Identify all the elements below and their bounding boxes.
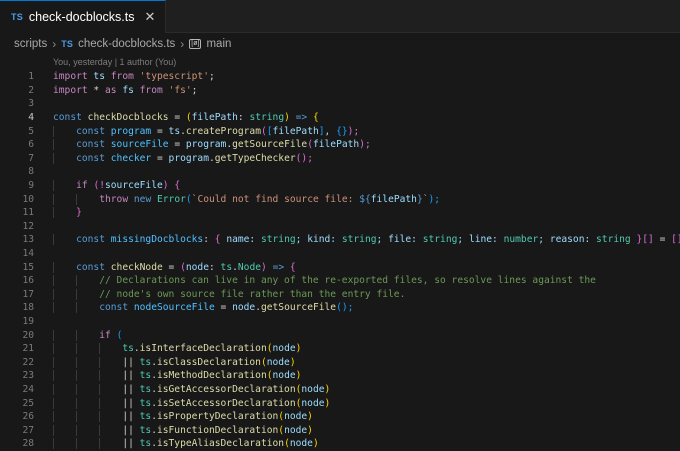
editor-tab-bar: TS check-docblocks.ts ✕ xyxy=(0,0,680,33)
code-text: // Declarations can live in any of the r… xyxy=(34,275,596,287)
code-text: || ts.isFunctionDeclaration(node) xyxy=(34,424,313,436)
line-number: 14 xyxy=(22,248,34,260)
code-text: ts.isInterfaceDeclaration(node) xyxy=(34,343,301,355)
breadcrumb: scripts › TS check-docblocks.ts › [ø] ma… xyxy=(0,33,680,55)
code-line[interactable]: 8 xyxy=(0,165,680,179)
chevron-right-icon: › xyxy=(180,37,185,51)
code-line[interactable]: 12 xyxy=(0,220,680,234)
code-text: const checkNode = (node: ts.Node) => { xyxy=(34,261,296,273)
line-number: 9 xyxy=(28,180,34,192)
code-text: // node's own source file rather than th… xyxy=(34,288,405,300)
tab-check-docblocks[interactable]: TS check-docblocks.ts ✕ xyxy=(0,0,167,33)
code-line[interactable]: 14 xyxy=(0,247,680,261)
breadcrumb-symbol[interactable]: main xyxy=(206,38,231,50)
code-line[interactable]: 28 || ts.isTypeAliasDeclaration(node) xyxy=(0,437,680,451)
code-text: if ( xyxy=(34,329,122,341)
line-number: 10 xyxy=(22,193,34,205)
code-text: const program = ts.createProgram([filePa… xyxy=(34,125,359,137)
close-icon[interactable]: ✕ xyxy=(145,9,156,25)
code-editor[interactable]: You, yesterday | 1 author (You) 1 import… xyxy=(0,55,680,451)
line-number: 25 xyxy=(22,397,34,409)
code-text: const checkDocblocks = (filePath: string… xyxy=(53,112,319,124)
code-line[interactable]: 16 // Declarations can live in any of th… xyxy=(0,274,680,288)
line-number: 5 xyxy=(28,125,34,137)
code-text: || ts.isGetAccessorDeclaration(node) xyxy=(34,383,330,395)
line-number: 15 xyxy=(22,261,34,273)
code-line[interactable]: 18 const nodeSourceFile = node.getSource… xyxy=(0,301,680,315)
code-line[interactable]: 2 import * as fs from 'fs'; xyxy=(0,84,680,98)
code-text: const checker = program.getTypeChecker()… xyxy=(34,152,313,164)
line-number: 3 xyxy=(28,98,34,110)
line-number: 11 xyxy=(22,207,34,219)
line-number: 7 xyxy=(28,152,34,164)
line-number: 24 xyxy=(22,383,34,395)
code-line[interactable]: 4 const checkDocblocks = (filePath: stri… xyxy=(0,111,680,125)
line-number: 27 xyxy=(22,424,34,436)
code-line[interactable]: 5 const program = ts.createProgram([file… xyxy=(0,124,680,138)
line-number: 21 xyxy=(22,343,34,355)
line-number: 20 xyxy=(22,329,34,341)
code-line[interactable]: 17 // node's own source file rather than… xyxy=(0,288,680,302)
line-number: 18 xyxy=(22,302,34,314)
line-number: 6 xyxy=(28,139,34,151)
code-text: import * as fs from 'fs'; xyxy=(53,84,198,96)
code-line[interactable]: 20 if ( xyxy=(0,328,680,342)
code-line[interactable]: 7 const checker = program.getTypeChecker… xyxy=(0,152,680,166)
breadcrumb-file[interactable]: check-docblocks.ts xyxy=(78,38,175,50)
code-text: const missingDocblocks: { name: string; … xyxy=(34,234,680,246)
code-line[interactable]: 9 if (!sourceFile) { xyxy=(0,179,680,193)
code-line[interactable]: 27 || ts.isFunctionDeclaration(node) xyxy=(0,423,680,437)
git-blame-codelens[interactable]: You, yesterday | 1 author (You) xyxy=(0,55,680,70)
code-text: || ts.isTypeAliasDeclaration(node) xyxy=(34,438,319,450)
code-text: const sourceFile = program.getSourceFile… xyxy=(34,139,371,151)
line-number: 26 xyxy=(22,411,34,423)
chevron-right-icon: › xyxy=(52,37,57,51)
line-number: 4 xyxy=(28,112,34,124)
code-line[interactable]: 26 || ts.isPropertyDeclaration(node) xyxy=(0,410,680,424)
line-number: 12 xyxy=(22,220,34,232)
code-line[interactable]: 11 } xyxy=(0,206,680,220)
code-line[interactable]: 1 import ts from 'typescript'; xyxy=(0,70,680,84)
line-number: 2 xyxy=(28,84,34,96)
line-number: 13 xyxy=(22,234,34,246)
code-line[interactable]: 25 || ts.isSetAccessorDeclaration(node) xyxy=(0,396,680,410)
code-text: || ts.isSetAccessorDeclaration(node) xyxy=(34,397,330,409)
code-line[interactable]: 19 xyxy=(0,315,680,329)
code-text: const nodeSourceFile = node.getSourceFil… xyxy=(34,302,353,314)
variable-symbol-icon: [ø] xyxy=(189,39,202,49)
line-number: 23 xyxy=(22,370,34,382)
breadcrumb-folder[interactable]: scripts xyxy=(14,38,47,50)
line-number: 8 xyxy=(28,166,34,178)
code-line[interactable]: 22 || ts.isClassDeclaration(node) xyxy=(0,355,680,369)
code-line[interactable]: 24 || ts.isGetAccessorDeclaration(node) xyxy=(0,383,680,397)
code-text: || ts.isMethodDeclaration(node) xyxy=(34,370,301,382)
code-text: throw new Error(`Could not find source f… xyxy=(34,193,440,205)
tab-title: check-docblocks.ts xyxy=(28,10,135,24)
line-number: 1 xyxy=(28,71,34,83)
line-number: 16 xyxy=(22,275,34,287)
code-line[interactable]: 10 throw new Error(`Could not find sourc… xyxy=(0,192,680,206)
code-text: } xyxy=(34,207,82,219)
code-line[interactable]: 3 xyxy=(0,97,680,111)
line-number: 28 xyxy=(22,438,34,450)
line-number: 19 xyxy=(22,315,34,327)
code-line[interactable]: 13 const missingDocblocks: { name: strin… xyxy=(0,233,680,247)
line-number: 22 xyxy=(22,356,34,368)
code-text: || ts.isPropertyDeclaration(node) xyxy=(34,411,313,423)
code-line[interactable]: 23 || ts.isMethodDeclaration(node) xyxy=(0,369,680,383)
code-line[interactable]: 15 const checkNode = (node: ts.Node) => … xyxy=(0,260,680,274)
typescript-file-icon: TS xyxy=(11,12,23,22)
code-text: import ts from 'typescript'; xyxy=(53,71,215,83)
typescript-file-icon: TS xyxy=(61,39,74,49)
line-number: 17 xyxy=(22,288,34,300)
code-text: || ts.isClassDeclaration(node) xyxy=(34,356,296,368)
code-line[interactable]: 21 ts.isInterfaceDeclaration(node) xyxy=(0,342,680,356)
code-line[interactable]: 6 const sourceFile = program.getSourceFi… xyxy=(0,138,680,152)
code-text: if (!sourceFile) { xyxy=(34,180,180,192)
